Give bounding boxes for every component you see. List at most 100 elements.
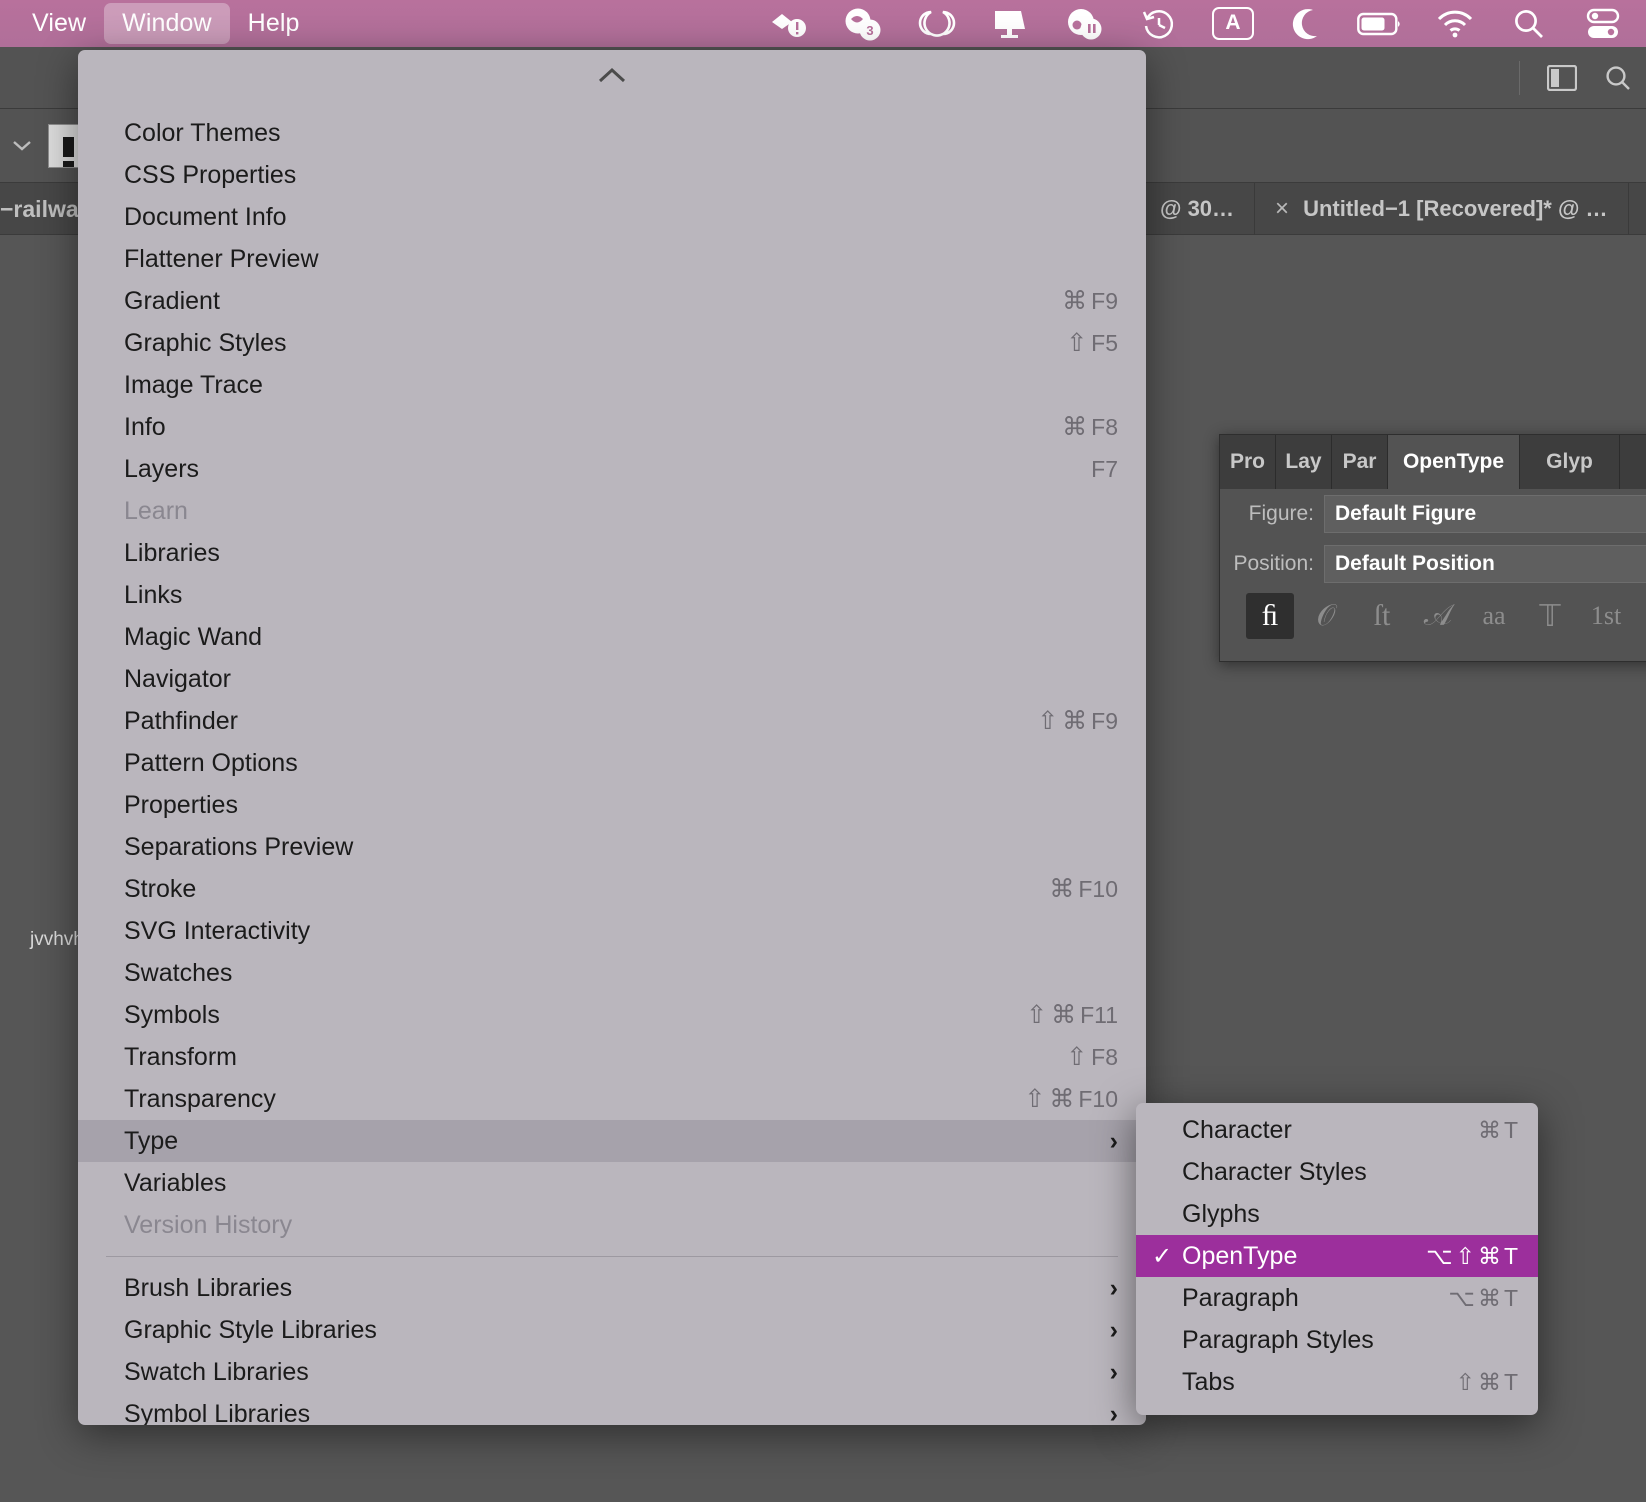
tab-opentype[interactable]: OpenType [1388, 435, 1520, 489]
menu-item-variables[interactable]: Variables [78, 1162, 1146, 1204]
menu-item-label: Links [124, 581, 1118, 610]
menu-item-transparency[interactable]: Transparency⇧⌘F10 [78, 1078, 1146, 1120]
menu-item-label: Graphic Styles [124, 329, 1066, 358]
menu-shortcut: F7 [1091, 456, 1118, 483]
menu-item-swatches[interactable]: Swatches [78, 952, 1146, 994]
submenu-item-opentype[interactable]: ✓OpenType⌥⇧⌘T [1136, 1235, 1538, 1277]
menu-item-label: Swatches [124, 959, 1118, 988]
menu-shortcut: ⇧F5 [1066, 328, 1118, 358]
menu-item-label: Separations Preview [124, 833, 1118, 862]
menu-item-magic-wand[interactable]: Magic Wand [78, 616, 1146, 658]
menu-item-css-properties[interactable]: CSS Properties [78, 154, 1146, 196]
scroll-up-chevron-icon[interactable] [78, 56, 1146, 94]
submenu-arrow-icon: › [1110, 1316, 1118, 1345]
menu-item-brush-libraries[interactable]: Brush Libraries› [78, 1267, 1146, 1309]
creative-cloud-icon[interactable] [900, 0, 974, 47]
menu-item-label: Pathfinder [124, 707, 1037, 736]
dropbox-alert-icon[interactable] [752, 0, 826, 47]
menu-item-graphic-styles[interactable]: Graphic Styles⇧F5 [78, 322, 1146, 364]
do-not-disturb-moon-icon[interactable] [1270, 0, 1344, 47]
submenu-item-tabs[interactable]: Tabs⇧⌘T [1136, 1361, 1538, 1403]
notification-badge-icon[interactable]: 3 [826, 0, 900, 47]
svg-text:3: 3 [866, 23, 873, 38]
battery-icon[interactable] [1344, 0, 1418, 47]
document-tab[interactable]: @ 30… [1140, 183, 1255, 235]
menu-item-symbols[interactable]: Symbols⇧⌘F11 [78, 994, 1146, 1036]
menu-item-graphic-style-libraries[interactable]: Graphic Style Libraries› [78, 1309, 1146, 1351]
submenu-item-character[interactable]: Character⌘T [1136, 1109, 1538, 1151]
submenu-item-glyphs[interactable]: Glyphs [1136, 1193, 1538, 1235]
contextual-alternates-icon[interactable]: 𝒪 [1302, 593, 1350, 639]
menu-item-color-themes[interactable]: Color Themes [78, 112, 1146, 154]
menu-item-libraries[interactable]: Libraries [78, 532, 1146, 574]
tab-layers[interactable]: Lay [1276, 435, 1332, 489]
menu-item-transform[interactable]: Transform⇧F8 [78, 1036, 1146, 1078]
menu-shortcut: ⌘F10 [1049, 874, 1118, 904]
search-icon[interactable] [1590, 47, 1646, 109]
menu-item-document-info[interactable]: Document Info [78, 196, 1146, 238]
discretionary-ligatures-icon[interactable]: ſt [1358, 593, 1406, 639]
submenu-arrow-icon: › [1110, 1127, 1118, 1156]
menu-item-image-trace[interactable]: Image Trace [78, 364, 1146, 406]
menu-item-label: Image Trace [124, 371, 1118, 400]
submenu-item-character-styles[interactable]: Character Styles [1136, 1151, 1538, 1193]
menu-item-label: Type [124, 1127, 1098, 1156]
menu-item-label: Swatch Libraries [124, 1358, 1098, 1387]
menu-item-separations-preview[interactable]: Separations Preview [78, 826, 1146, 868]
menu-item-links[interactable]: Links [78, 574, 1146, 616]
canvas-text-object[interactable]: jvvhvh [30, 929, 84, 951]
control-center-icon[interactable] [1566, 0, 1640, 47]
tab-glyphs[interactable]: Glyp [1520, 435, 1620, 489]
panel-layout-icon[interactable] [1534, 47, 1590, 109]
menu-item-layers[interactable]: LayersF7 [78, 448, 1146, 490]
time-machine-icon[interactable] [1122, 0, 1196, 47]
menu-shortcut: ⇧⌘F11 [1026, 1000, 1118, 1030]
menu-item-label: Document Info [124, 203, 1118, 232]
figure-select[interactable]: Default Figure [1324, 495, 1646, 533]
menu-shortcut: ⇧⌘F10 [1024, 1084, 1118, 1114]
position-select[interactable]: Default Position [1324, 545, 1646, 583]
stylistic-alternates-icon[interactable]: aa [1470, 593, 1518, 639]
menu-item-label: Stroke [124, 875, 1049, 904]
opentype-feature-toggles: ﬁ 𝒪 ſt 𝒜 aa 𝕋 1st [1220, 593, 1646, 639]
close-icon[interactable]: × [1275, 195, 1289, 223]
standard-ligatures-icon[interactable]: ﬁ [1246, 593, 1294, 639]
menu-item-pattern-options[interactable]: Pattern Options [78, 742, 1146, 784]
document-tab-active[interactable]: × Untitled−1 [Recovered]* @ … [1255, 183, 1628, 235]
submenu-item-paragraph-styles[interactable]: Paragraph Styles [1136, 1319, 1538, 1361]
chevron-down-icon[interactable] [0, 139, 44, 152]
menu-view[interactable]: View [14, 3, 104, 44]
menu-item-navigator[interactable]: Navigator [78, 658, 1146, 700]
titling-alternates-icon[interactable]: 𝕋 [1526, 593, 1574, 639]
submenu-arrow-icon: › [1110, 1400, 1118, 1426]
menu-item-symbol-libraries[interactable]: Symbol Libraries› [78, 1393, 1146, 1425]
menu-shortcut: ⇧F8 [1066, 1042, 1118, 1072]
menu-shortcut: ⇧⌘F9 [1037, 706, 1118, 736]
tab-properties[interactable]: Pro [1220, 435, 1276, 489]
menu-item-label: Magic Wand [124, 623, 1118, 652]
display-icon[interactable] [974, 0, 1048, 47]
menu-help[interactable]: Help [230, 3, 318, 44]
menu-item-svg-interactivity[interactable]: SVG Interactivity [78, 910, 1146, 952]
media-pause-icon[interactable] [1048, 0, 1122, 47]
menu-item-gradient[interactable]: Gradient⌘F9 [78, 280, 1146, 322]
menu-item-properties[interactable]: Properties [78, 784, 1146, 826]
submenu-item-label: Character [1182, 1116, 1478, 1145]
swash-icon[interactable]: 𝒜 [1414, 593, 1462, 639]
ordinals-icon[interactable]: 1st [1582, 593, 1630, 639]
submenu-item-paragraph[interactable]: Paragraph⌥⌘T [1136, 1277, 1538, 1319]
menu-item-label: Properties [124, 791, 1118, 820]
input-source-icon[interactable]: A [1196, 0, 1270, 47]
wifi-icon[interactable] [1418, 0, 1492, 47]
menu-window[interactable]: Window [104, 3, 230, 44]
menu-item-type[interactable]: Type › [78, 1120, 1146, 1162]
spotlight-search-icon[interactable] [1492, 0, 1566, 47]
menu-item-info[interactable]: Info⌘F8 [78, 406, 1146, 448]
tab-paragraph[interactable]: Par [1332, 435, 1388, 489]
menu-item-stroke[interactable]: Stroke⌘F10 [78, 868, 1146, 910]
menu-item-flattener-preview[interactable]: Flattener Preview [78, 238, 1146, 280]
menu-item-pathfinder[interactable]: Pathfinder⇧⌘F9 [78, 700, 1146, 742]
menu-item-swatch-libraries[interactable]: Swatch Libraries› [78, 1351, 1146, 1393]
submenu-item-label: OpenType [1182, 1242, 1426, 1271]
opentype-panel: Pro Lay Par OpenType Glyp Figure: Defaul… [1219, 434, 1646, 662]
